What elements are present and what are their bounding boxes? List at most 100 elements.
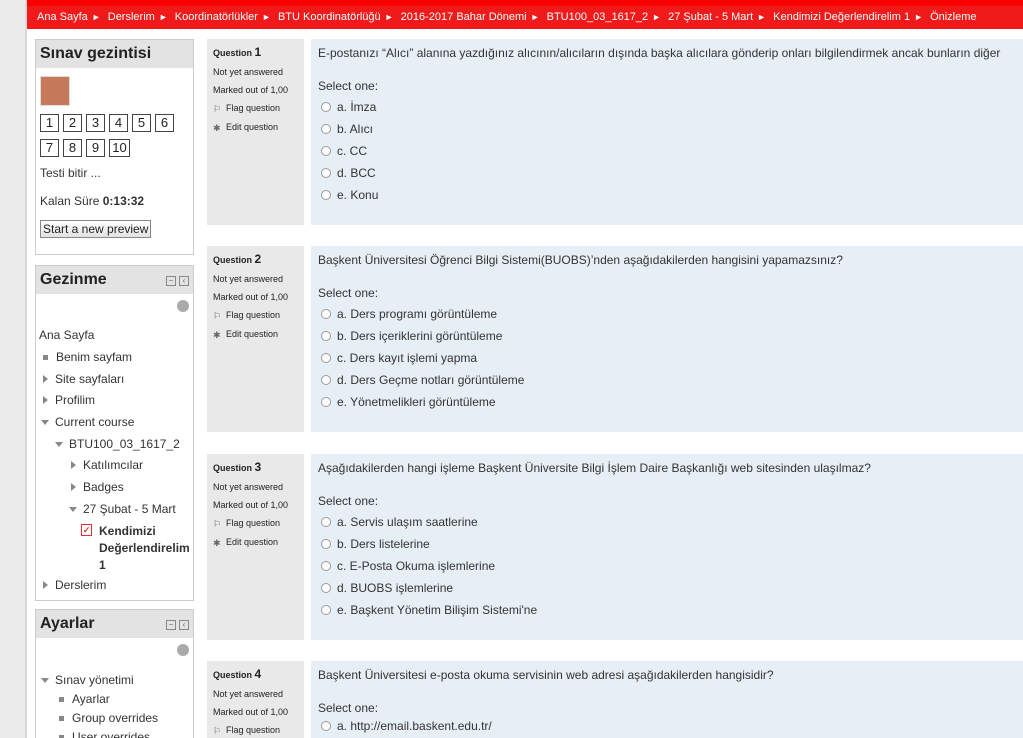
answer-option[interactable]: b. Ders içeriklerini görüntüleme xyxy=(321,328,1016,344)
radio-button[interactable] xyxy=(321,168,331,178)
dock-icon[interactable]: ‹ xyxy=(179,620,189,630)
radio-button[interactable] xyxy=(321,397,331,407)
flag-question[interactable]: ⚐ Flag question xyxy=(213,103,298,114)
answer-option[interactable]: a. Ders programı görüntüleme xyxy=(321,306,1016,322)
breadcrumb-quiz[interactable]: Kendimizi Değerlendirelim 1 xyxy=(773,11,910,23)
nav-week[interactable]: 27 Şubat - 5 Mart xyxy=(69,502,176,516)
nav-my-page[interactable]: Benim sayfam xyxy=(43,350,132,364)
question-nav-button[interactable]: 1 xyxy=(40,114,59,132)
radio-button[interactable] xyxy=(321,605,331,615)
question-number: Question 1 xyxy=(213,45,262,59)
breadcrumb-home[interactable]: Ana Sayfa xyxy=(37,11,88,23)
radio-button[interactable] xyxy=(321,331,331,341)
radio-button[interactable] xyxy=(321,721,331,731)
breadcrumb-term[interactable]: 2016-2017 Bahar Dönemi xyxy=(401,11,527,23)
nav-my-courses-label: Derslerim xyxy=(55,578,107,592)
question-nav-button[interactable]: 9 xyxy=(86,139,105,157)
breadcrumb-coordinators[interactable]: Koordinatörlükler xyxy=(175,11,258,23)
breadcrumb: Ana Sayfa ► Derslerim ► Koordinatörlükler ►… xyxy=(27,6,1023,29)
question-nav-button[interactable]: 2 xyxy=(63,114,82,132)
question-text: E-postanızı “Alıcı” alanına yazdığınız a… xyxy=(318,46,1001,60)
answer-option[interactable]: e. Konu xyxy=(321,187,1016,203)
start-new-preview-button[interactable]: Start a new preview xyxy=(40,220,152,238)
radio-button[interactable] xyxy=(321,517,331,527)
question-number: Question 2 xyxy=(213,252,262,266)
breadcrumb-preview[interactable]: Önizleme xyxy=(930,11,976,23)
question-nav-button[interactable]: 10 xyxy=(109,139,130,157)
finish-attempt-link[interactable]: Testi bitir ... xyxy=(40,166,189,180)
nav-profile[interactable]: Profilim xyxy=(43,393,95,407)
answer-option[interactable]: a. İmza xyxy=(321,99,1016,115)
question-info: Question 4 Not yet answered Marked out o… xyxy=(207,661,304,738)
gear-icon[interactable] xyxy=(177,300,189,312)
select-one-label: Select one: xyxy=(318,701,379,715)
question-grade: Marked out of 1,00 xyxy=(213,85,289,95)
radio-button[interactable] xyxy=(321,353,331,363)
answer-option[interactable]: d. Ders Geçme notları görüntüleme xyxy=(321,372,1016,388)
breadcrumb-week[interactable]: 27 Şubat - 5 Mart xyxy=(668,11,753,23)
edit-question[interactable]: ✱ Edit question xyxy=(213,537,298,548)
nav-current-course[interactable]: Current course xyxy=(41,415,134,429)
gear-icon[interactable] xyxy=(177,644,189,656)
flag-question[interactable]: ⚐ Flag question xyxy=(213,310,298,321)
time-label: Kalan Süre xyxy=(40,194,100,208)
question-nav-button[interactable]: 5 xyxy=(132,114,151,132)
radio-button[interactable] xyxy=(321,561,331,571)
radio-button[interactable] xyxy=(321,309,331,319)
radio-button[interactable] xyxy=(321,539,331,549)
radio-button[interactable] xyxy=(321,375,331,385)
answer-option[interactable]: d. BUOBS işlemlerine xyxy=(321,580,1016,596)
edit-question[interactable]: ✱ Edit question xyxy=(213,329,298,340)
edit-question[interactable]: ✱ Edit question xyxy=(213,122,298,133)
question-nav-button[interactable]: 7 xyxy=(40,139,59,157)
nav-user-overrides[interactable]: User overrides xyxy=(59,730,150,738)
avatar[interactable] xyxy=(40,76,70,106)
flag-question[interactable]: ⚐ Flag question xyxy=(213,518,298,529)
answer-option[interactable]: c. CC xyxy=(321,143,1016,159)
breadcrumb-my-courses[interactable]: Derslerim xyxy=(108,11,155,23)
answer-option[interactable]: c. E-Posta Okuma işlemlerine xyxy=(321,558,1016,574)
nav-quiz-current[interactable]: ✓ Kendimizi Değerlendirelim 1 xyxy=(81,523,190,574)
nav-quiz-admin[interactable]: Sınav yönetimi xyxy=(41,673,134,687)
nav-site-pages[interactable]: Site sayfaları xyxy=(43,372,124,386)
radio-button[interactable] xyxy=(321,583,331,593)
collapse-icon[interactable]: − xyxy=(166,620,176,630)
radio-button[interactable] xyxy=(321,146,331,156)
collapse-icon[interactable]: − xyxy=(166,276,176,286)
answer-option[interactable]: e. Başkent Yönetim Bilişim Sistemi'ne xyxy=(321,602,1016,618)
radio-button[interactable] xyxy=(321,102,331,112)
collapse-arrow-icon xyxy=(41,420,49,426)
question-text: Aşağıdakilerden hangi işleme Başkent Üni… xyxy=(318,461,871,475)
nav-badges[interactable]: Badges xyxy=(71,480,124,494)
nav-course[interactable]: BTU100_03_1617_2 xyxy=(55,437,180,451)
nav-settings-item[interactable]: Ayarlar xyxy=(59,692,110,706)
answer-option[interactable]: e. Yönetmelikleri görüntüleme xyxy=(321,394,1016,410)
select-one-label: Select one: xyxy=(318,79,379,93)
answer-option[interactable]: b. Ders listelerine xyxy=(321,536,1016,552)
page: Ana Sayfa ► Derslerim ► Koordinatörlükler ►… xyxy=(27,6,1023,738)
dock-icon[interactable]: ‹ xyxy=(179,276,189,286)
collapse-arrow-icon xyxy=(69,507,77,513)
question-nav-button[interactable]: 4 xyxy=(109,114,128,132)
nav-my-courses[interactable]: Derslerim xyxy=(43,578,106,592)
bullet-icon xyxy=(59,716,64,722)
question-nav-button[interactable]: 3 xyxy=(86,114,105,132)
radio-button[interactable] xyxy=(321,124,331,134)
answer-option[interactable]: a. Servis ulaşım saatlerine xyxy=(321,514,1016,530)
answer-option[interactable]: a. http://email.baskent.edu.tr/ xyxy=(321,718,1016,734)
question-grade: Marked out of 1,00 xyxy=(213,500,289,510)
flag-question[interactable]: ⚐ Flag question xyxy=(213,725,298,736)
nav-group-overrides[interactable]: Group overrides xyxy=(59,711,158,725)
breadcrumb-btu-coordination[interactable]: BTU Koordinatörlüğü xyxy=(278,11,381,23)
radio-button[interactable] xyxy=(321,190,331,200)
answer-option[interactable]: b. Alıcı xyxy=(321,121,1016,137)
nav-home[interactable]: Ana Sayfa xyxy=(39,328,94,342)
question-grade: Marked out of 1,00 xyxy=(213,292,289,302)
breadcrumb-course[interactable]: BTU100_03_1617_2 xyxy=(547,11,649,23)
answer-option[interactable]: c. Ders kayıt işlemi yapma xyxy=(321,350,1016,366)
nav-badges-label: Badges xyxy=(83,480,124,494)
nav-participants[interactable]: Katılımcılar xyxy=(71,458,143,472)
question-nav-button[interactable]: 8 xyxy=(63,139,82,157)
question-nav-button[interactable]: 6 xyxy=(155,114,174,132)
answer-option[interactable]: d. BCC xyxy=(321,165,1016,181)
